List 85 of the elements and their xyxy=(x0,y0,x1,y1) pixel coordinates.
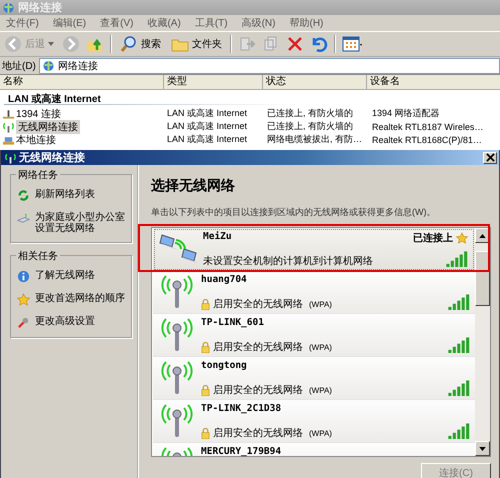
network-description: 启用安全的无线网络 (WPA) xyxy=(213,340,332,354)
table-cell-text: LAN 或高速 Internet xyxy=(166,107,248,120)
table-cell-text: 已连接上, 有防火墙的 xyxy=(266,120,354,133)
folders-button[interactable]: 文件夹 xyxy=(169,34,224,54)
connection-name[interactable]: 无线网络连接 xyxy=(16,120,80,134)
network-item[interactable]: TP-LINK_601 启用安全的无线网络 (WPA) xyxy=(153,314,475,357)
network-name: MERCURY_179B94 xyxy=(201,446,282,456)
column-header[interactable]: 状态 xyxy=(263,75,367,89)
table-cell-text: 网络电缆被拔出, 有防… xyxy=(266,133,364,146)
network-item[interactable]: MeiZu 未设置安全机制的计算机到计算机网络 已连接上 xyxy=(153,228,475,271)
network-description: 未设置安全机制的计算机到计算机网络 xyxy=(203,254,373,268)
task-icon xyxy=(17,212,30,225)
network-name: tongtong xyxy=(201,360,248,371)
instruction-text: 单击以下列表中的项目以连接到区域内的无线网络或获得更多信息(W)。 xyxy=(151,206,436,219)
menu-item[interactable]: 工具(T) xyxy=(194,16,229,30)
signal-icon xyxy=(448,380,470,396)
column-header[interactable]: 设备名 xyxy=(367,75,500,89)
signal-icon xyxy=(448,294,470,310)
dialog-title: 无线网络连接 xyxy=(19,150,86,165)
network-item[interactable]: tongtong 启用安全的无线网络 (WPA) xyxy=(153,357,475,400)
network-description: 启用安全的无线网络 (WPA) xyxy=(213,426,332,440)
down-arrow-icon xyxy=(479,446,486,450)
network-item[interactable]: huang704 启用安全的无线网络 (WPA) xyxy=(153,271,475,314)
search-icon xyxy=(120,35,138,53)
group-heading: LAN 或高速 Internet xyxy=(7,92,102,104)
task-icon xyxy=(17,316,30,329)
network-name: huang704 xyxy=(201,274,248,285)
scroll-down-button[interactable] xyxy=(475,441,490,456)
close-button[interactable] xyxy=(483,152,497,164)
connection-status: 已连接上 xyxy=(413,232,453,245)
signal-icon xyxy=(448,423,470,439)
connection-name[interactable]: 1394 连接 xyxy=(16,106,62,120)
network-item[interactable]: TP-LINK_2C1D38 启用安全的无线网络 (WPA) xyxy=(153,400,475,443)
dialog-heading: 选择无线网络 xyxy=(151,177,236,195)
network-name: TP-LINK_601 xyxy=(201,317,265,328)
network-item[interactable]: MERCURY_179B94 xyxy=(153,443,475,456)
menu-item[interactable]: 文件(F) xyxy=(5,16,40,30)
connection-icon xyxy=(2,108,15,120)
globe-icon xyxy=(42,60,55,72)
wireless-icon xyxy=(4,152,17,164)
menu-item[interactable]: 高级(N) xyxy=(240,16,276,30)
task-link[interactable]: 刷新网络列表 xyxy=(35,189,95,200)
menu-item[interactable]: 查看(V) xyxy=(99,16,134,30)
task-group-title: 相关任务 xyxy=(16,249,60,263)
table-cell-text: 1394 网络适配器 xyxy=(371,107,441,120)
task-link[interactable]: 更改首选网络的顺序 xyxy=(35,293,125,304)
address-field[interactable]: 网络连接 xyxy=(38,58,500,74)
star-icon xyxy=(456,232,468,244)
task-link[interactable]: 为家庭或小型办公室设置无线网络 xyxy=(35,212,127,234)
task-link[interactable]: 了解无线网络 xyxy=(35,270,95,281)
scrollbar-thumb[interactable] xyxy=(475,251,490,306)
network-description: 启用安全的无线网络 (WPA) xyxy=(213,298,332,311)
network-name: TP-LINK_2C1D38 xyxy=(201,403,282,414)
table-cell-text: Realtek RTL8168C(P)/81… xyxy=(371,134,483,144)
forward-icon[interactable] xyxy=(62,35,80,53)
views-icon[interactable] xyxy=(342,35,364,53)
up-arrow-icon xyxy=(479,234,486,238)
table-cell-text: LAN 或高速 Internet xyxy=(166,120,248,133)
task-icon xyxy=(17,189,30,202)
table-cell-text: Realtek RTL8187 Wireles… xyxy=(371,122,484,132)
delete-icon[interactable] xyxy=(286,35,304,53)
task-icon xyxy=(17,270,30,283)
network-description: 启用安全的无线网络 (WPA) xyxy=(213,384,332,397)
undo-icon[interactable] xyxy=(310,35,328,53)
network-name: MeiZu xyxy=(203,231,233,242)
window-title: 网络连接 xyxy=(18,0,62,15)
task-link[interactable]: 更改高级设置 xyxy=(35,316,95,327)
table-cell-text: LAN 或高速 Internet xyxy=(166,133,248,146)
move-icon[interactable] xyxy=(238,35,256,53)
connection-name[interactable]: 本地连接 xyxy=(16,132,56,146)
address-label: 地址(D) xyxy=(2,60,36,72)
column-header[interactable]: 名称 xyxy=(0,75,164,89)
connection-icon xyxy=(2,120,15,132)
signal-icon xyxy=(446,251,468,267)
task-group-title: 网络任务 xyxy=(16,168,60,182)
menu-item[interactable]: 编辑(E) xyxy=(52,16,88,30)
caret-icon xyxy=(48,42,54,46)
task-icon xyxy=(17,293,30,306)
menu-item[interactable]: 帮助(H) xyxy=(288,16,324,30)
menu-item[interactable]: 收藏(A) xyxy=(146,16,182,30)
globe-icon xyxy=(2,2,15,14)
search-button[interactable]: 搜索 xyxy=(118,34,163,54)
table-cell-text: 已连接上, 有防火墙的 xyxy=(266,107,354,120)
column-header[interactable]: 类型 xyxy=(164,75,263,89)
signal-icon xyxy=(448,337,470,353)
